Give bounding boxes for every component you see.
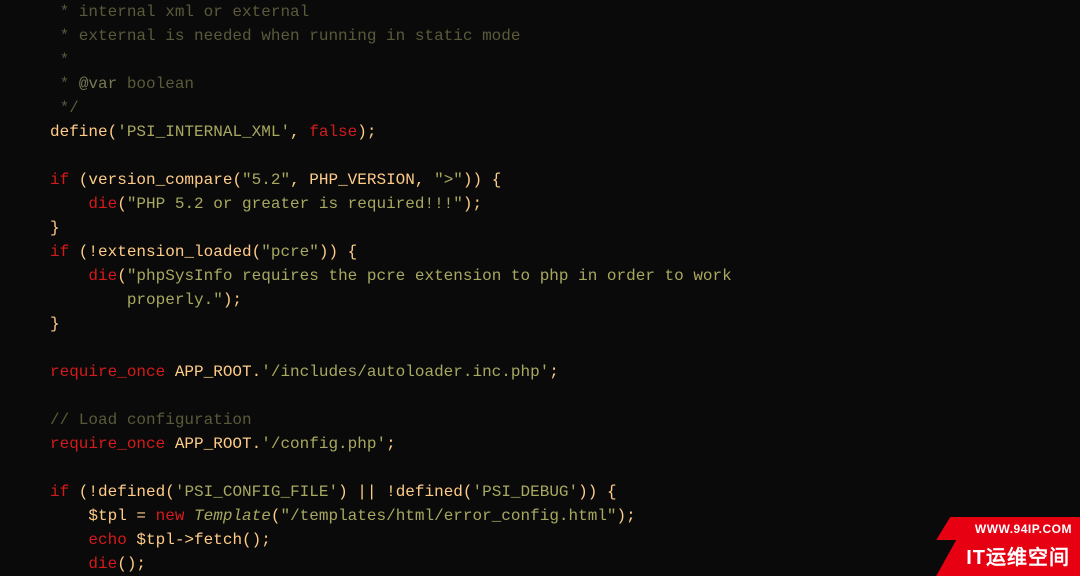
keyword-false: false [309, 123, 357, 141]
watermark-url: WWW.94IP.COM [936, 517, 1080, 540]
comment-close: */ [50, 99, 79, 117]
string-literal: "PHP 5.2 or greater is required!!!" [127, 195, 463, 213]
comment-line: boolean [117, 75, 194, 93]
class-template: Template [194, 507, 271, 525]
string-literal: '/config.php' [261, 435, 386, 453]
string-literal: '/includes/autoloader.inc.php' [261, 363, 549, 381]
func-defined: defined [98, 483, 165, 501]
keyword-if: if [50, 483, 69, 501]
doc-tag: @var [79, 75, 117, 93]
code-block: * internal xml or external * external is… [0, 0, 1080, 576]
func-version-compare: version_compare [88, 171, 232, 189]
comment-line: * external is needed when running in sta… [50, 27, 520, 45]
keyword-require-once: require_once [50, 363, 165, 381]
comment-line: // Load configuration [50, 411, 252, 429]
func-define: define [50, 123, 108, 141]
comment-line: * internal xml or external [50, 3, 309, 21]
string-literal: ">" [434, 171, 463, 189]
watermark: WWW.94IP.COM IT运维空间 [936, 517, 1080, 576]
func-defined: defined [396, 483, 463, 501]
string-literal: 'PSI_CONFIG_FILE' [175, 483, 338, 501]
comment-line: * [50, 51, 69, 69]
string-literal: "phpSysInfo requires the pcre extension … [127, 267, 732, 285]
string-literal: "5.2" [242, 171, 290, 189]
keyword-die: die [88, 195, 117, 213]
keyword-die: die [88, 267, 117, 285]
method-fetch: fetch [194, 531, 242, 549]
string-literal: properly." [50, 291, 223, 309]
string-literal: "pcre" [261, 243, 319, 261]
keyword-die: die [88, 555, 117, 573]
string-literal: 'PSI_DEBUG' [473, 483, 579, 501]
brace-close: } [50, 315, 60, 333]
string-literal: 'PSI_INTERNAL_XML' [117, 123, 290, 141]
watermark-brand: IT运维空间 [936, 540, 1080, 576]
func-extension-loaded: extension_loaded [98, 243, 252, 261]
keyword-echo: echo [88, 531, 126, 549]
keyword-if: if [50, 243, 69, 261]
keyword-new: new [156, 507, 185, 525]
brace-close: } [50, 219, 60, 237]
comment-line: * [50, 75, 79, 93]
string-literal: "/templates/html/error_config.html" [280, 507, 616, 525]
keyword-if: if [50, 171, 69, 189]
keyword-require-once: require_once [50, 435, 165, 453]
